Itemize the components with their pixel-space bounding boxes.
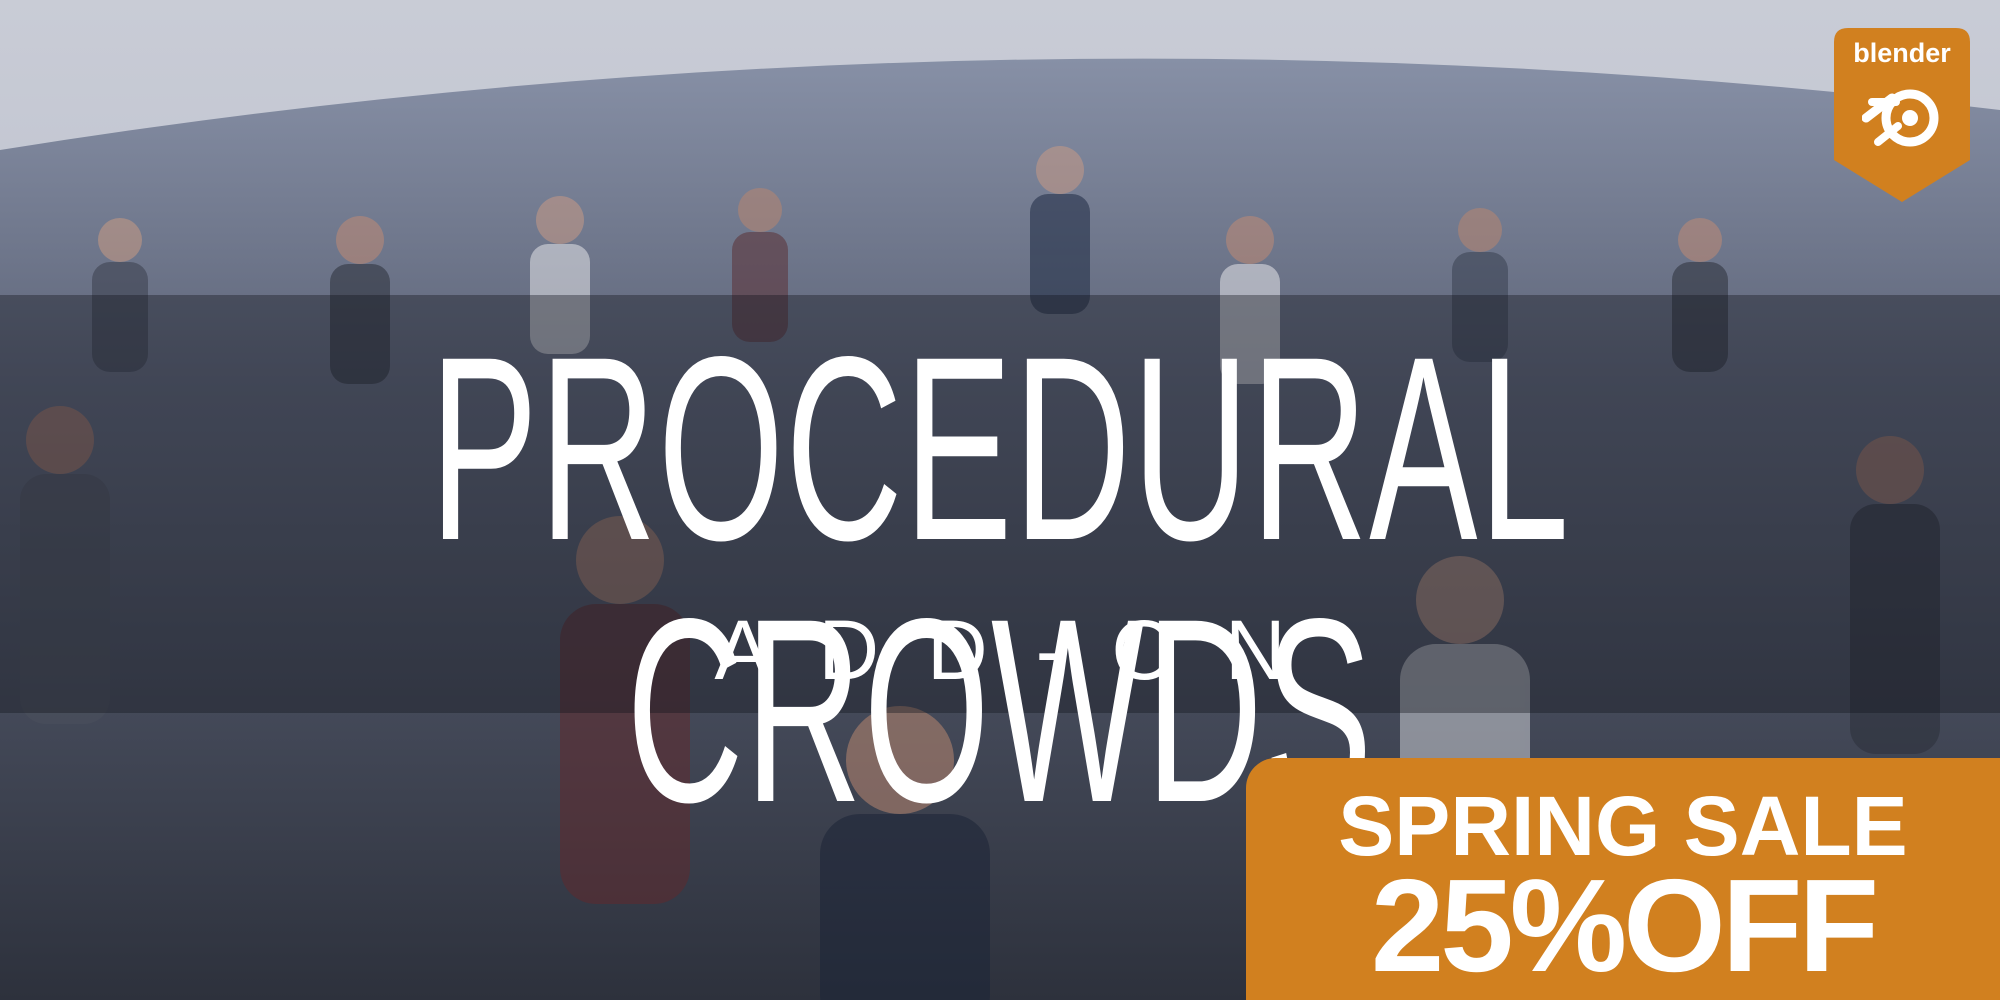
page-subtitle: ADD-ON — [714, 603, 1334, 697]
sale-badge: SPRING SALE 25%OFF — [1246, 758, 2000, 1000]
sale-discount: 25%OFF — [1370, 852, 1879, 999]
blender-badge: blender — [1834, 28, 1970, 202]
blender-label: blender — [1853, 38, 1951, 68]
blender-logo-icon — [1862, 89, 1939, 147]
